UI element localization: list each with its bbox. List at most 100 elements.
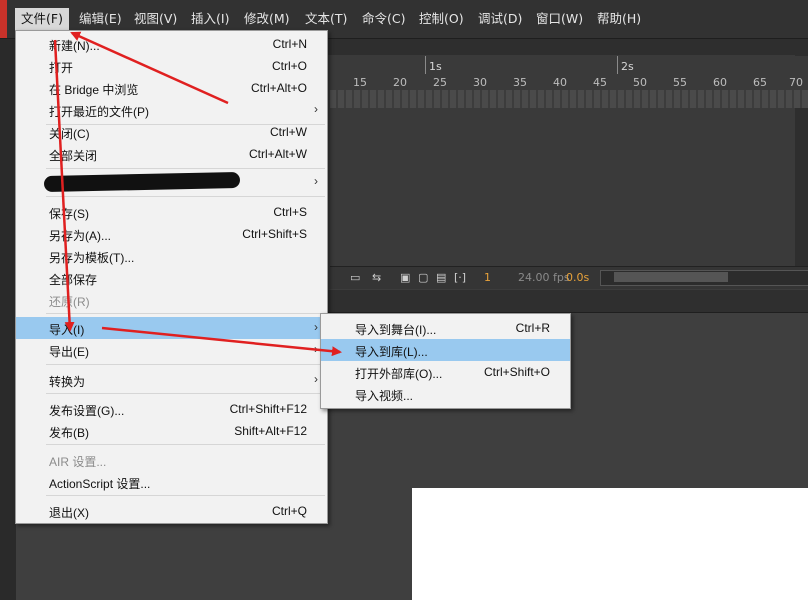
menu-item-label: 发布(B) bbox=[49, 426, 89, 440]
menu-item-label: 全部保存 bbox=[49, 273, 98, 287]
menu-item-shortcut: Ctrl+Shift+S bbox=[242, 227, 307, 241]
chevron-right-icon: › bbox=[314, 342, 318, 356]
menu-window[interactable]: 窗口(W) bbox=[530, 8, 589, 30]
menu-item-shortcut: Ctrl+Shift+F12 bbox=[229, 402, 307, 416]
menu-item-save[interactable]: 保存(S) Ctrl+S bbox=[16, 201, 327, 223]
menu-item-label: 全部关闭 bbox=[49, 149, 98, 163]
menu-item-shortcut: Ctrl+Q bbox=[271, 504, 307, 518]
menu-item-new[interactable]: 新建(N)... Ctrl+N bbox=[16, 33, 327, 55]
menu-item-publish[interactable]: 发布(B) Shift+Alt+F12 bbox=[16, 420, 327, 442]
menu-item-shortcut: Ctrl+W bbox=[270, 125, 307, 139]
menu-item-label: 在 Bridge 中浏览 bbox=[49, 83, 139, 97]
menu-item-label: 导入到舞台(I)... bbox=[355, 323, 437, 337]
menu-item-open[interactable]: 打开 Ctrl+O bbox=[16, 55, 327, 77]
menu-item-shortcut: Ctrl+Shift+O bbox=[483, 365, 550, 379]
menu-item-label: 导入(I) bbox=[49, 323, 85, 337]
menu-separator bbox=[46, 196, 325, 197]
menu-item-import-to-library[interactable]: 导入到库(L)... bbox=[321, 339, 570, 361]
menu-item-import[interactable]: 导入(I) › bbox=[16, 317, 327, 339]
menu-separator bbox=[46, 364, 325, 365]
menu-item-browse-bridge[interactable]: 在 Bridge 中浏览 Ctrl+Alt+O bbox=[16, 77, 327, 99]
menu-item-import-video[interactable]: 导入视频... bbox=[321, 383, 570, 405]
menu-insert[interactable]: 插入(I) bbox=[185, 8, 235, 30]
menu-edit[interactable]: 编辑(E) bbox=[73, 8, 128, 30]
frame-strip[interactable] bbox=[330, 90, 808, 108]
menu-item-shortcut: Ctrl+O bbox=[271, 59, 307, 73]
playhead-icon[interactable]: ▭ bbox=[350, 271, 360, 284]
frame-tick: 55 bbox=[673, 76, 687, 89]
frame-tick: 20 bbox=[393, 76, 407, 89]
menu-item-actionscript-settings[interactable]: ActionScript 设置... bbox=[16, 471, 327, 493]
file-menu: 新建(N)... Ctrl+N 打开 Ctrl+O 在 Bridge 中浏览 C… bbox=[15, 30, 328, 524]
menu-item-label: 打开外部库(O)... bbox=[355, 367, 443, 381]
menu-item-shortcut: Ctrl+N bbox=[272, 37, 307, 51]
frame-tick: 25 bbox=[433, 76, 447, 89]
menu-item-publish-settings[interactable]: 发布设置(G)... Ctrl+Shift+F12 bbox=[16, 398, 327, 420]
menu-item-save-as[interactable]: 另存为(A)... Ctrl+Shift+S bbox=[16, 223, 327, 245]
menu-separator bbox=[46, 168, 325, 169]
menu-separator bbox=[46, 444, 325, 445]
menu-control[interactable]: 控制(O) bbox=[413, 8, 470, 30]
menu-debug[interactable]: 调试(D) bbox=[472, 8, 528, 30]
markers-icon[interactable]: [·] bbox=[454, 271, 466, 284]
menu-modify[interactable]: 修改(M) bbox=[238, 8, 296, 30]
frame-tick: 45 bbox=[593, 76, 607, 89]
menu-item-label: 退出(X) bbox=[49, 506, 89, 520]
menu-item-close[interactable]: 关闭(C) Ctrl+W bbox=[16, 121, 327, 143]
menu-item-close-all[interactable]: 全部关闭 Ctrl+Alt+W bbox=[16, 143, 327, 165]
frame-tick: 15 bbox=[353, 76, 367, 89]
menu-item-open-external-library[interactable]: 打开外部库(O)... Ctrl+Shift+O bbox=[321, 361, 570, 383]
menu-help[interactable]: 帮助(H) bbox=[591, 8, 647, 30]
menu-item-label: 导入视频... bbox=[355, 389, 414, 403]
second-marker bbox=[617, 56, 618, 74]
import-submenu: 导入到舞台(I)... Ctrl+R 导入到库(L)... 打开外部库(O)..… bbox=[320, 313, 571, 409]
second-label: 1s bbox=[429, 60, 442, 73]
elapsed-time[interactable]: 0.0s bbox=[566, 271, 589, 284]
frame-tick: 65 bbox=[753, 76, 767, 89]
menu-item-save-all[interactable]: 全部保存 bbox=[16, 267, 327, 289]
menu-view[interactable]: 视图(V) bbox=[128, 8, 183, 30]
menu-item-shortcut: Ctrl+Alt+O bbox=[250, 81, 307, 95]
stage-canvas[interactable] bbox=[412, 488, 808, 600]
menu-item-shortcut: Ctrl+Alt+W bbox=[248, 147, 307, 161]
frame-rate[interactable]: 24.00 fps bbox=[518, 271, 570, 284]
menu-item-shortcut: Ctrl+R bbox=[515, 321, 550, 335]
menu-item-label: 新建(N)... bbox=[49, 39, 100, 53]
frame-tick: 35 bbox=[513, 76, 527, 89]
menu-text[interactable]: 文本(T) bbox=[299, 8, 353, 30]
menu-item-label: 还原(R) bbox=[49, 295, 90, 309]
loop-icon[interactable]: ⇆ bbox=[372, 271, 381, 284]
menu-separator bbox=[46, 313, 325, 314]
menu-item-label: 保存(S) bbox=[49, 207, 89, 221]
app-logo bbox=[0, 0, 7, 38]
frame-tick: 40 bbox=[553, 76, 567, 89]
menu-item-label: AIR 设置... bbox=[49, 455, 107, 469]
frame-tick: 60 bbox=[713, 76, 727, 89]
menu-item-export[interactable]: 导出(E) › bbox=[16, 339, 327, 361]
menu-item-label: 转换为 bbox=[49, 375, 86, 389]
menu-item-convert[interactable]: 转换为 › bbox=[16, 369, 327, 391]
menu-commands[interactable]: 命令(C) bbox=[356, 8, 411, 30]
menu-file[interactable]: 文件(F) bbox=[15, 8, 69, 30]
timeline-scroll-thumb[interactable] bbox=[614, 272, 728, 282]
menu-item-label: 关闭(C) bbox=[49, 127, 90, 141]
menu-item-save-as-template[interactable]: 另存为模板(T)... bbox=[16, 245, 327, 267]
menu-item-label: 打开 bbox=[49, 61, 74, 75]
current-frame[interactable]: 1 bbox=[484, 271, 491, 284]
onion-skin-icon[interactable]: ▣ bbox=[400, 271, 410, 284]
second-marker bbox=[425, 56, 426, 74]
edit-multiple-icon[interactable]: ▤ bbox=[436, 271, 446, 284]
second-label: 2s bbox=[621, 60, 634, 73]
menu-item-shortcut: Shift+Alt+F12 bbox=[234, 424, 307, 438]
menu-item-exit[interactable]: 退出(X) Ctrl+Q bbox=[16, 500, 327, 522]
menu-item-import-to-stage[interactable]: 导入到舞台(I)... Ctrl+R bbox=[321, 317, 570, 339]
onion-outline-icon[interactable]: ▢ bbox=[418, 271, 428, 284]
menu-item-label: 导入到库(L)... bbox=[355, 345, 428, 359]
menu-item-revert: 还原(R) bbox=[16, 289, 327, 311]
frame-tick: 50 bbox=[633, 76, 647, 89]
menu-item-open-recent[interactable]: 打开最近的文件(P) › bbox=[16, 99, 327, 121]
chevron-right-icon: › bbox=[314, 102, 318, 116]
menu-separator bbox=[46, 495, 325, 496]
menu-item-label: 另存为模板(T)... bbox=[49, 251, 135, 265]
chevron-right-icon: › bbox=[314, 174, 318, 188]
